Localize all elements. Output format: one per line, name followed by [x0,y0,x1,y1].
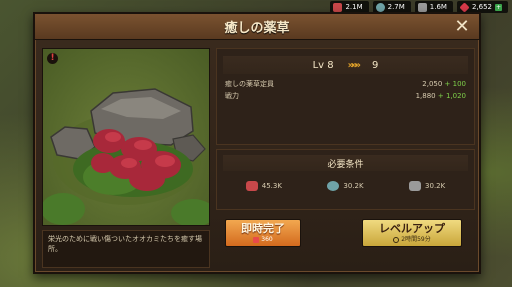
requirements-title: 必要条件 [223,155,468,171]
requirement-ore: 30.2K [327,181,364,191]
building-upgrade-dialog: 癒しの薬草 ✕ ! 栄光のために戦い傷ついたオオカミたちを癒す場所。 Lv 8 … [33,12,481,274]
close-icon: ✕ [454,16,470,37]
clock-icon [393,236,400,243]
stat-increase: + 1,020 [437,92,466,100]
instant-complete-label: 即時完了 [241,221,285,235]
stat-label: 癒しの薬草定員 [225,80,274,88]
building-image: ! [42,48,210,226]
next-level: 9 [372,59,379,71]
stat-label: 戦力 [225,92,239,100]
dialog-header: 癒しの薬草 ✕ [35,14,479,40]
alert-icon[interactable]: ! [47,53,58,64]
level-up-label: レベルアップ [379,221,445,235]
instant-complete-button[interactable]: 即時完了 360 [225,219,301,247]
ore-icon [375,2,385,12]
stat-row-power: 戦力 1,880 + 1,020 [217,90,474,102]
requirements-list: 45.3K 30.2K 30.2K [217,181,474,191]
meat-icon [333,2,343,12]
stat-value: 2,050 [422,80,443,88]
level-progression: Lv 8 »»» 9 [223,56,468,74]
requirements-panel: 必要条件 45.3K 30.2K 30.2K [216,149,475,210]
stat-value: 1,880 [415,92,436,100]
gem-icon [459,1,470,13]
upgrade-time: 2時間59分 [401,235,431,243]
requirement-stone: 30.2K [409,181,445,191]
herb-garden-illustration [43,88,209,225]
stone-icon [409,181,422,191]
requirement-meat: 45.3K [245,181,282,191]
stat-increase: + 100 [444,80,466,88]
close-button[interactable]: ✕ [453,18,471,36]
double-arrow-icon: »»» [347,59,362,71]
stone-icon [417,2,427,12]
ore-icon [327,181,340,191]
level-panel: Lv 8 »»» 9 癒しの薬草定員 2,050 + 100 戦力 1,880 … [216,48,475,145]
building-description: 栄光のために戦い傷ついたオオカミたちを癒す場所。 [42,230,210,268]
gem-icon [253,236,260,243]
stat-row-capacity: 癒しの薬草定員 2,050 + 100 [217,78,474,90]
level-up-button[interactable]: レベルアップ 2時間59分 [362,219,462,247]
meat-icon [245,181,258,191]
current-level: Lv 8 [312,59,334,71]
dialog-title: 癒しの薬草 [224,21,290,36]
instant-cost: 360 [261,235,273,243]
add-gems-icon[interactable]: + [495,3,502,11]
